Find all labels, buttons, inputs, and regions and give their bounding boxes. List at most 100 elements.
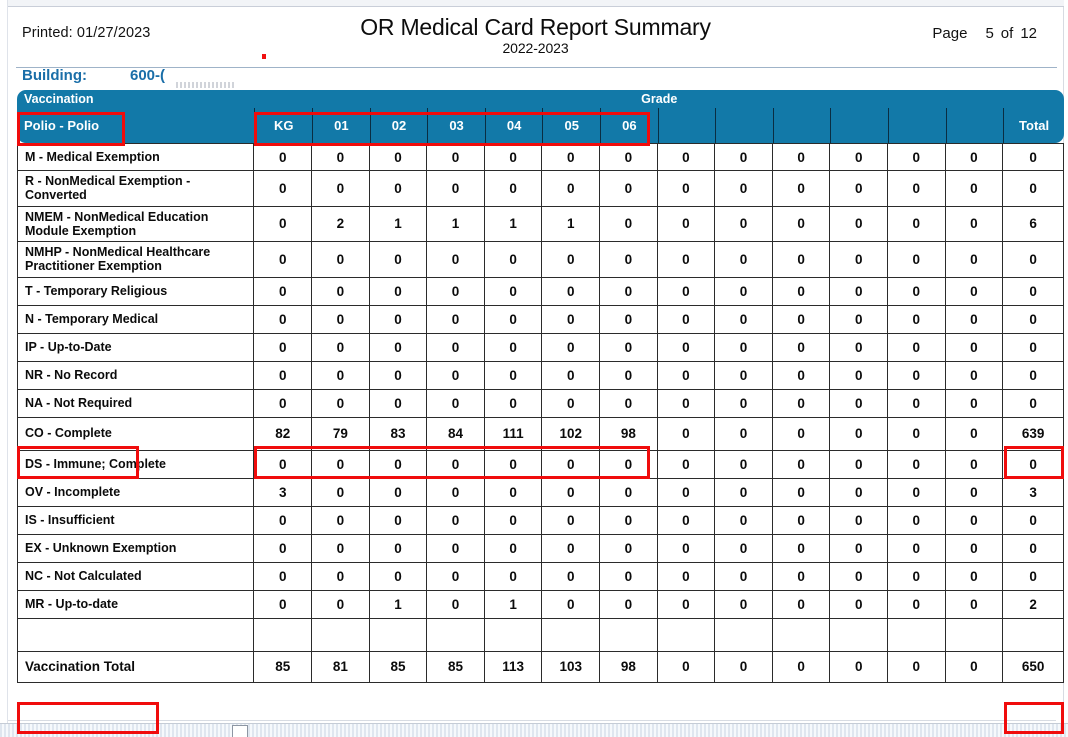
cell-value: 0 [715, 450, 773, 479]
cell-value: 0 [945, 450, 1004, 479]
cell-value: 0 [542, 562, 601, 591]
cell-value: 0 [945, 389, 1004, 418]
row-label: T - Temporary Religious [17, 277, 255, 306]
cell-value: 0 [830, 389, 889, 418]
cell-value: 0 [484, 171, 543, 207]
vaccination-total-cell: 0 [772, 651, 831, 683]
cell-value: 0 [945, 534, 1004, 563]
cell-value: 0 [657, 562, 716, 591]
cell-value: 1 [484, 206, 543, 242]
cell-value: 0 [254, 534, 313, 563]
cell-row-total: 0 [1003, 534, 1064, 563]
row-label: MR - Up-to-date [17, 590, 255, 619]
column-header-empty-5 [888, 108, 946, 143]
cell-value: 82 [254, 417, 313, 451]
cell-value: 0 [600, 333, 658, 362]
cell-row-total [1003, 618, 1064, 652]
cell-value: 111 [484, 417, 543, 451]
cell-value: 0 [772, 242, 831, 278]
cell-value [830, 618, 889, 652]
cell-value: 0 [657, 450, 716, 479]
cell-value: 0 [888, 534, 946, 563]
vaccination-table-wrapper: Vaccination Grade Polio - Polio KG 01 02… [17, 90, 1064, 683]
cell-value [772, 618, 831, 652]
cell-value: 0 [715, 361, 773, 390]
vaccination-total-label: Vaccination Total [17, 651, 255, 683]
cell-value: 0 [600, 534, 658, 563]
column-header-02[interactable]: 02 [369, 108, 428, 143]
cell-value: 0 [542, 389, 601, 418]
row-label: N - Temporary Medical [17, 305, 255, 334]
building-name-redaction-hatch [176, 82, 236, 88]
cell-value: 0 [657, 506, 716, 535]
row-label: R - NonMedical Exemption - Converted [17, 171, 255, 207]
cell-value: 0 [945, 242, 1004, 278]
header-vaccination-name[interactable]: Polio - Polio [17, 108, 255, 143]
cell-value: 0 [484, 242, 543, 278]
cell-value: 0 [542, 590, 601, 619]
cell-value: 0 [657, 171, 716, 207]
column-header-06[interactable]: 06 [600, 108, 658, 143]
cell-value: 0 [427, 333, 485, 362]
table-row: NA - Not Required 0 0 0 0 0 0 0 0 0 0 0 0 0 0 [17, 389, 1064, 418]
cell-value: 0 [254, 277, 313, 306]
scrollbar-thumb[interactable] [232, 725, 248, 737]
row-label: M - Medical Exemption [17, 143, 255, 171]
cell-value: 0 [600, 450, 658, 479]
cell-value: 0 [484, 143, 543, 171]
report-title-block: OR Medical Card Report Summary 2022-2023 [8, 15, 1063, 56]
column-header-kg[interactable]: KG [254, 108, 313, 143]
cell-value: 0 [830, 242, 889, 278]
cell-value: 0 [542, 277, 601, 306]
cell-value: 0 [542, 333, 601, 362]
cell-value: 0 [427, 171, 485, 207]
cell-value: 0 [772, 171, 831, 207]
cell-value: 0 [888, 478, 946, 507]
building-value: 600-( [130, 67, 166, 84]
printed-date: Printed: 01/27/2023 [22, 25, 151, 41]
horizontal-scrollbar[interactable] [0, 723, 1068, 737]
column-header-05[interactable]: 05 [542, 108, 601, 143]
vaccination-total-cell: 113 [484, 651, 543, 683]
vaccination-total-cell: 85 [427, 651, 485, 683]
table-body: M - Medical Exemption 0 0 0 0 0 0 0 0 0 0 0 0 0 0 R - N… [17, 143, 1064, 683]
table-row: MR - Up-to-date 0 0 1 0 1 0 0 0 0 0 0 0 0 2 [17, 590, 1064, 619]
cell-value: 0 [484, 305, 543, 334]
vaccination-grand-total: 650 [1003, 651, 1064, 683]
cell-value: 0 [312, 478, 370, 507]
cell-value: 0 [427, 450, 485, 479]
cell-value: 0 [715, 478, 773, 507]
table-row: IS - Insufficient 0 0 0 0 0 0 0 0 0 0 0 0 0 0 [17, 506, 1064, 535]
column-header-empty-1 [657, 108, 716, 143]
cell-value: 0 [830, 143, 889, 171]
column-header-01[interactable]: 01 [312, 108, 370, 143]
cell-value: 0 [312, 361, 370, 390]
cell-value: 0 [830, 506, 889, 535]
table-row: N - Temporary Medical 0 0 0 0 0 0 0 0 0 0 0 0 0 0 [17, 305, 1064, 334]
table-row: EX - Unknown Exemption 0 0 0 0 0 0 0 0 0 0 0 0 0 0 [17, 534, 1064, 563]
cell-value: 0 [945, 305, 1004, 334]
cell-value: 0 [254, 333, 313, 362]
cell-value: 0 [600, 305, 658, 334]
column-header-03[interactable]: 03 [427, 108, 485, 143]
cell-value: 0 [830, 590, 889, 619]
cell-value: 0 [772, 590, 831, 619]
cell-value: 0 [600, 478, 658, 507]
cell-value: 0 [830, 206, 889, 242]
cell-value: 1 [484, 590, 543, 619]
cell-value: 0 [254, 143, 313, 171]
cell-value: 0 [312, 562, 370, 591]
table-row: CO - Complete 82 79 83 84 111 102 98 0 0 0 0 0 0 639 [17, 417, 1064, 451]
column-header-04[interactable]: 04 [484, 108, 543, 143]
cell-value: 0 [715, 277, 773, 306]
cell-value: 0 [254, 171, 313, 207]
cell-value: 0 [657, 590, 716, 619]
column-header-empty-4 [830, 108, 889, 143]
cell-value: 0 [542, 506, 601, 535]
cell-value: 0 [369, 562, 428, 591]
cell-value: 0 [830, 534, 889, 563]
cell-row-total: 6 [1003, 206, 1064, 242]
cell-value: 79 [312, 417, 370, 451]
column-header-empty-3 [772, 108, 831, 143]
cell-value: 0 [542, 305, 601, 334]
